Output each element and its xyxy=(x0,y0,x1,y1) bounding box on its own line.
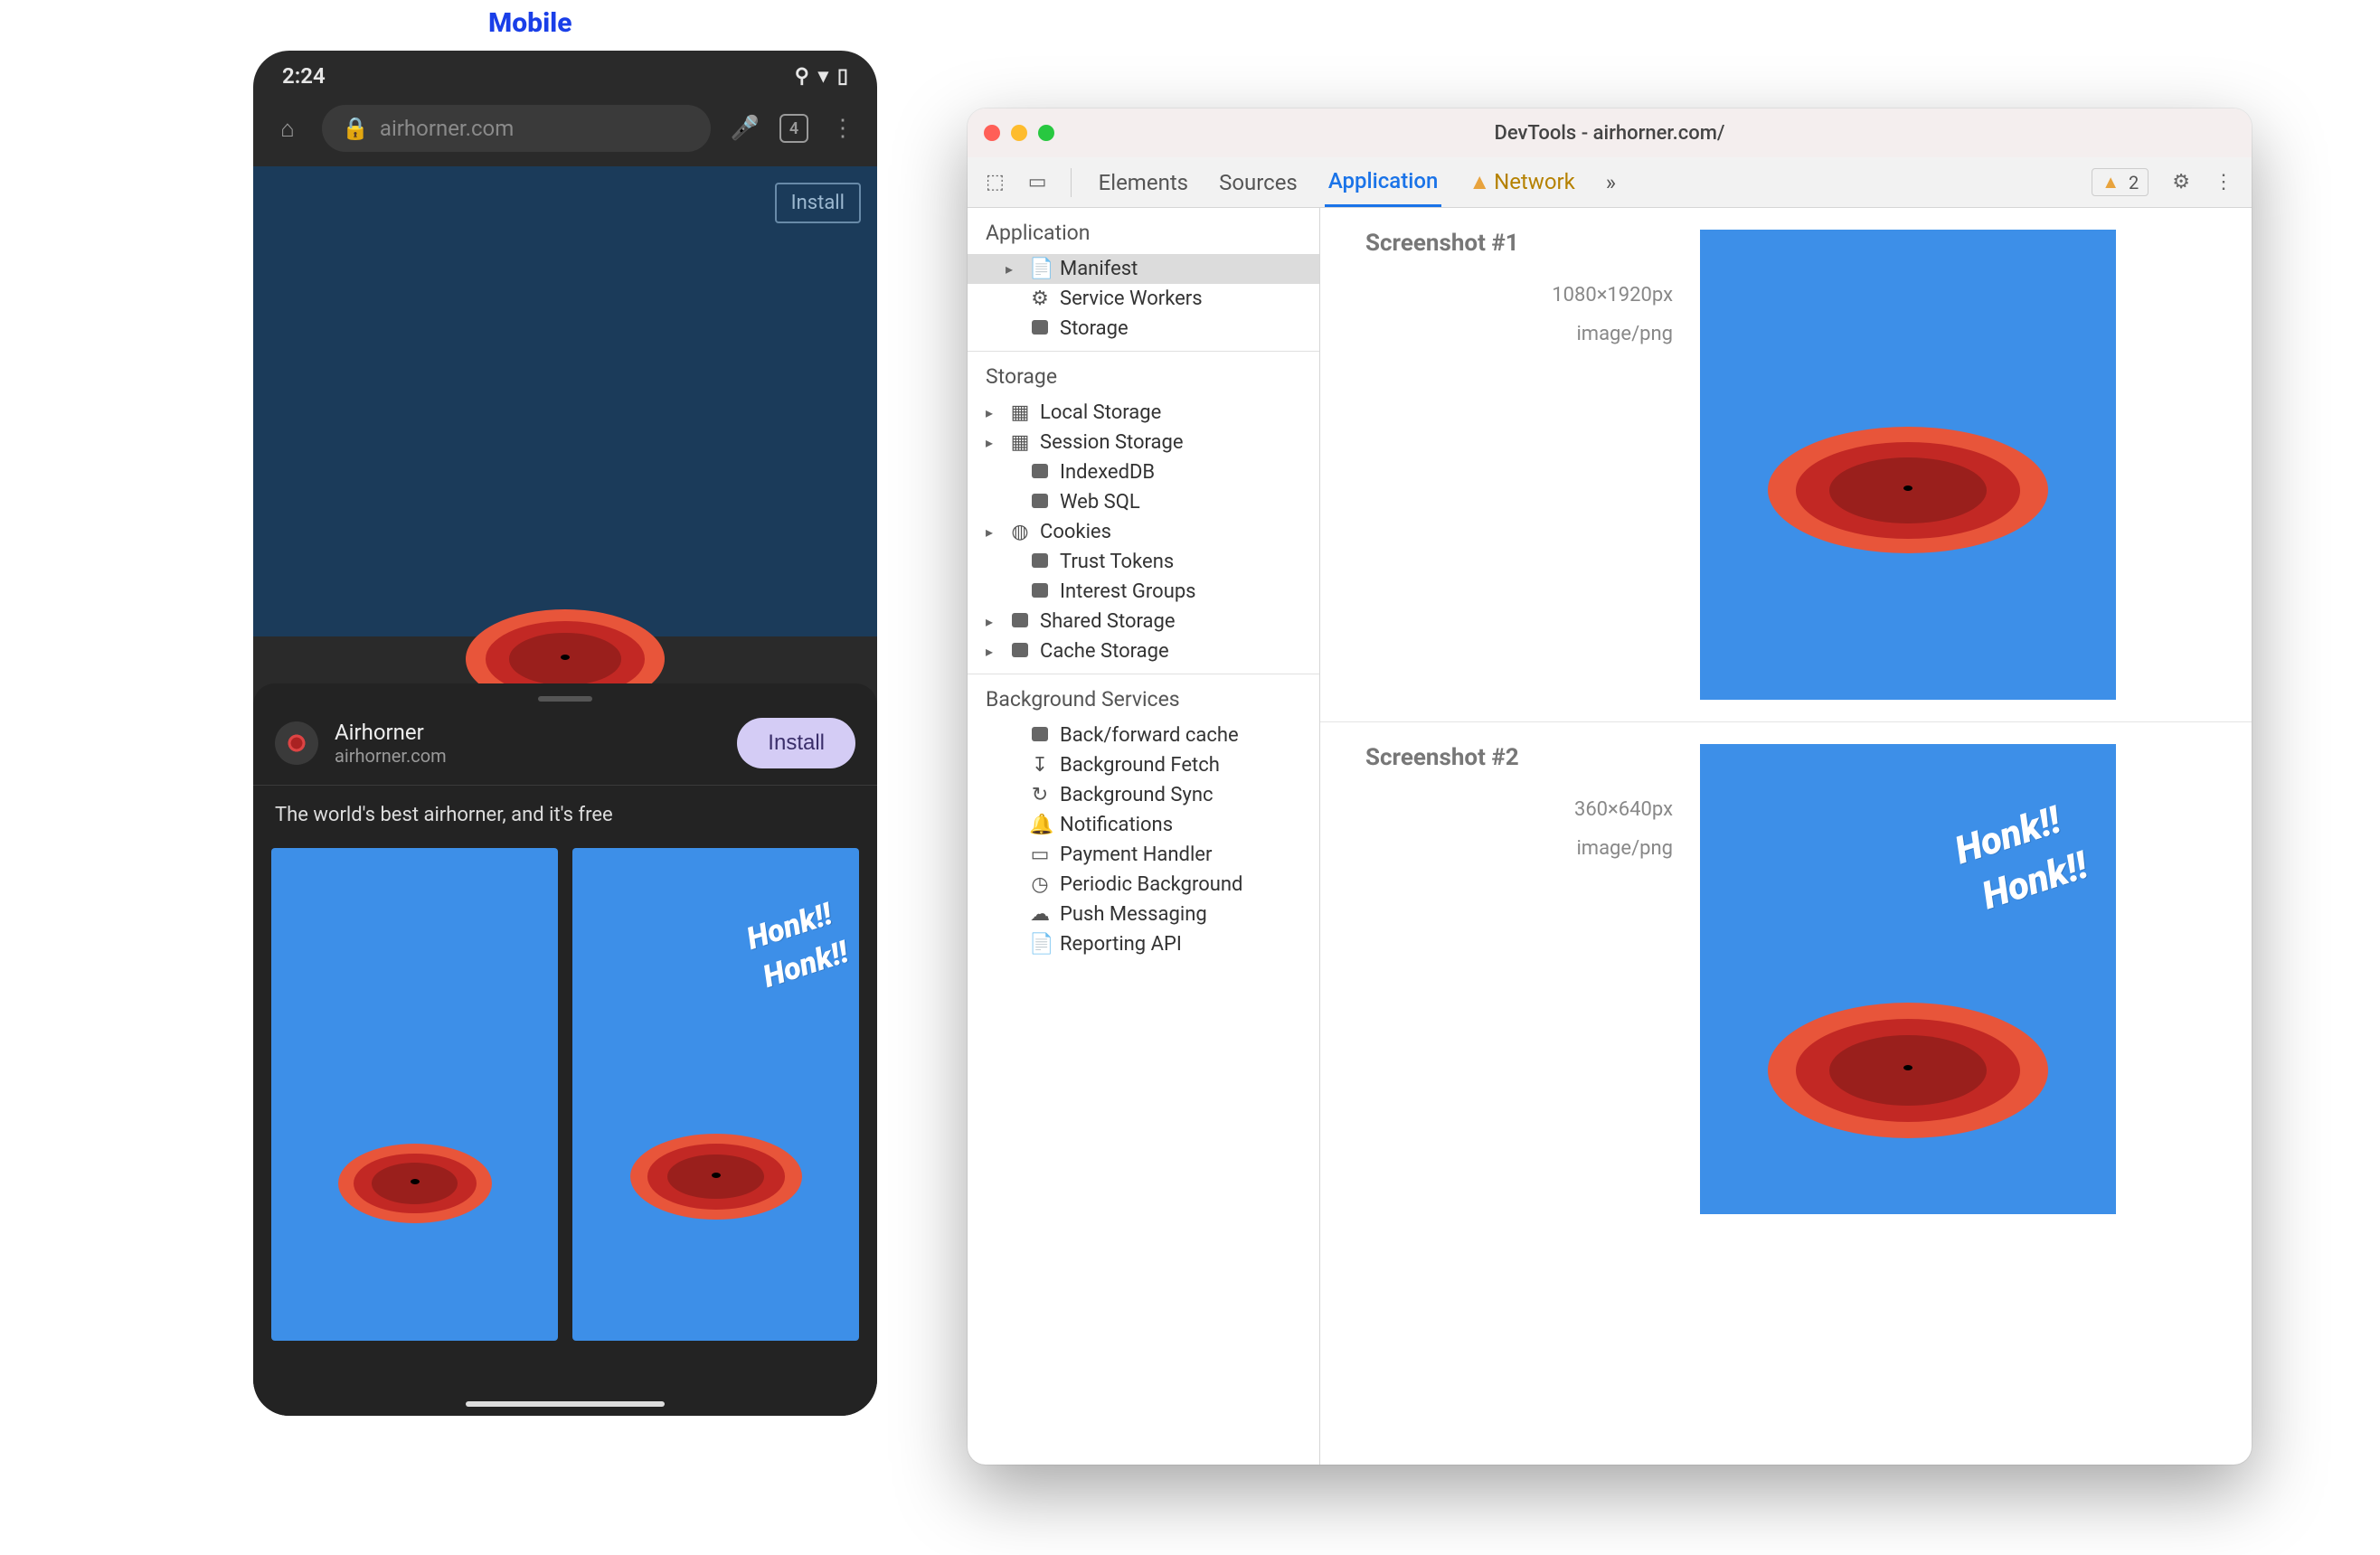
airhorn-graphic xyxy=(630,1134,802,1220)
app-description: The world's best airhorner, and it's fre… xyxy=(253,804,877,848)
mobile-phone-frame: 2:24 ⚲ ▾ ▯ ⌂ 🔒 airhorner.com 🎤 4 ⋮ Insta… xyxy=(253,51,877,1416)
section-title-application: Application xyxy=(968,208,1319,254)
screenshot-title: Screenshot #1 xyxy=(1365,230,1673,257)
battery-icon: ▯ xyxy=(837,65,848,88)
bluetooth-icon: ⚲ xyxy=(795,65,809,88)
sidebar-item-payment-handler[interactable]: ▭Payment Handler xyxy=(968,840,1319,870)
screenshot-dimensions: 1080×1920px xyxy=(1347,284,1673,306)
sidebar-item-cache-storage[interactable]: ▸Cache Storage xyxy=(968,636,1319,666)
screenshot-thumb[interactable] xyxy=(271,848,558,1341)
install-sheet: Airhorner airhorner.com Install The worl… xyxy=(253,683,877,1416)
sheet-header: Airhorner airhorner.com Install xyxy=(253,718,877,785)
section-title-background: Background Services xyxy=(968,674,1319,721)
sidebar-item-background-sync[interactable]: ↻Background Sync xyxy=(968,780,1319,810)
sidebar-item-service-workers[interactable]: ⚙Service Workers xyxy=(968,284,1319,314)
gesture-bar xyxy=(466,1401,665,1407)
tab-elements[interactable]: Elements xyxy=(1095,159,1192,206)
mobile-label: Mobile xyxy=(488,7,572,39)
url-text: airhorner.com xyxy=(380,116,514,141)
url-bar[interactable]: 🔒 airhorner.com xyxy=(322,105,711,152)
settings-icon[interactable] xyxy=(2172,171,2190,193)
statusbar-icons: ⚲ ▾ ▯ xyxy=(795,65,848,88)
screenshot-carousel[interactable]: Honk!! Honk!! xyxy=(253,848,877,1341)
tab-sources[interactable]: Sources xyxy=(1215,159,1301,206)
sidebar-item-interest-groups[interactable]: Interest Groups xyxy=(968,577,1319,607)
sidebar-item-cookies[interactable]: ▸◍Cookies xyxy=(968,517,1319,547)
sidebar-item-reporting-api[interactable]: 📄Reporting API xyxy=(968,929,1319,959)
section-title-storage: Storage xyxy=(968,352,1319,398)
app-icon xyxy=(275,721,318,765)
mic-icon[interactable]: 🎤 xyxy=(729,112,761,145)
sidebar-item-indexeddb[interactable]: IndexedDB xyxy=(968,457,1319,487)
screenshot-preview: Honk!! Honk!! xyxy=(1700,744,2116,1214)
warning-icon: ▲ xyxy=(1469,169,1490,194)
window-title: DevTools - airhorner.com/ xyxy=(968,122,2252,145)
airhorn-graphic xyxy=(338,1144,492,1223)
sheet-handle[interactable] xyxy=(538,696,592,702)
inspect-icon[interactable]: ⬚ xyxy=(986,171,1005,193)
sidebar-item-background-fetch[interactable]: ↧Background Fetch xyxy=(968,750,1319,780)
home-icon[interactable]: ⌂ xyxy=(271,112,304,145)
window-titlebar: DevTools - airhorner.com/ xyxy=(968,108,2252,157)
sidebar-item-backforward-cache[interactable]: Back/forward cache xyxy=(968,721,1319,750)
devtools-window: DevTools - airhorner.com/ ⬚ ▭ Elements S… xyxy=(968,108,2252,1465)
wifi-icon: ▾ xyxy=(818,65,828,88)
tab-application[interactable]: Application xyxy=(1325,157,1441,207)
device-toggle-icon[interactable]: ▭ xyxy=(1028,171,1047,193)
manifest-screenshot-row: Screenshot #1 1080×1920px image/png xyxy=(1320,208,2252,722)
page-viewport: Install xyxy=(253,166,877,636)
warning-icon: ▲ xyxy=(2101,171,2120,193)
tab-network[interactable]: ▲Network xyxy=(1465,158,1578,206)
manifest-screenshot-row: Screenshot #2 360×640px image/png Honk!!… xyxy=(1320,722,2252,1236)
kebab-menu-icon[interactable]: ⋮ xyxy=(2214,171,2234,193)
sidebar-item-trust-tokens[interactable]: Trust Tokens xyxy=(968,547,1319,577)
manifest-pane: Screenshot #1 1080×1920px image/png Scre… xyxy=(1320,208,2252,1465)
screenshot-title: Screenshot #2 xyxy=(1365,744,1673,771)
application-sidebar: Application ▸📄Manifest ⚙Service Workers … xyxy=(968,208,1320,1465)
install-outline-button[interactable]: Install xyxy=(775,183,861,223)
airhorn-graphic xyxy=(1768,427,2048,553)
kebab-menu-icon[interactable]: ⋮ xyxy=(826,112,859,145)
screenshot-mime: image/png xyxy=(1347,323,1673,345)
sidebar-item-manifest[interactable]: ▸📄Manifest xyxy=(968,254,1319,284)
sidebar-item-shared-storage[interactable]: ▸Shared Storage xyxy=(968,607,1319,636)
sidebar-item-push-messaging[interactable]: ☁Push Messaging xyxy=(968,900,1319,929)
screenshot-mime: image/png xyxy=(1347,837,1673,860)
separator xyxy=(1071,168,1072,197)
sidebar-item-websql[interactable]: Web SQL xyxy=(968,487,1319,517)
statusbar-time: 2:24 xyxy=(282,63,326,89)
lock-icon: 🔒 xyxy=(342,116,369,141)
screenshot-thumb[interactable]: Honk!! Honk!! xyxy=(572,848,859,1341)
tab-overflow[interactable]: » xyxy=(1602,159,1620,206)
tabs-button[interactable]: 4 xyxy=(779,114,808,143)
airhorn-graphic xyxy=(1768,1003,2048,1138)
sidebar-item-storage[interactable]: Storage xyxy=(968,314,1319,344)
phone-statusbar: 2:24 ⚲ ▾ ▯ xyxy=(253,51,877,98)
sidebar-item-notifications[interactable]: 🔔Notifications xyxy=(968,810,1319,840)
divider xyxy=(253,785,877,786)
sidebar-item-session-storage[interactable]: ▸▦Session Storage xyxy=(968,428,1319,457)
warnings-badge[interactable]: ▲2 xyxy=(2092,168,2149,196)
screenshot-dimensions: 360×640px xyxy=(1347,798,1673,821)
browser-toolbar: ⌂ 🔒 airhorner.com 🎤 4 ⋮ xyxy=(253,98,877,166)
sidebar-item-periodic-background[interactable]: ◷Periodic Background xyxy=(968,870,1319,900)
sidebar-item-local-storage[interactable]: ▸▦Local Storage xyxy=(968,398,1319,428)
devtools-tabbar: ⬚ ▭ Elements Sources Application ▲Networ… xyxy=(968,157,2252,208)
screenshot-preview xyxy=(1700,230,2116,700)
app-domain: airhorner.com xyxy=(335,745,447,767)
install-button[interactable]: Install xyxy=(737,718,855,768)
app-name: Airhorner xyxy=(335,720,447,745)
